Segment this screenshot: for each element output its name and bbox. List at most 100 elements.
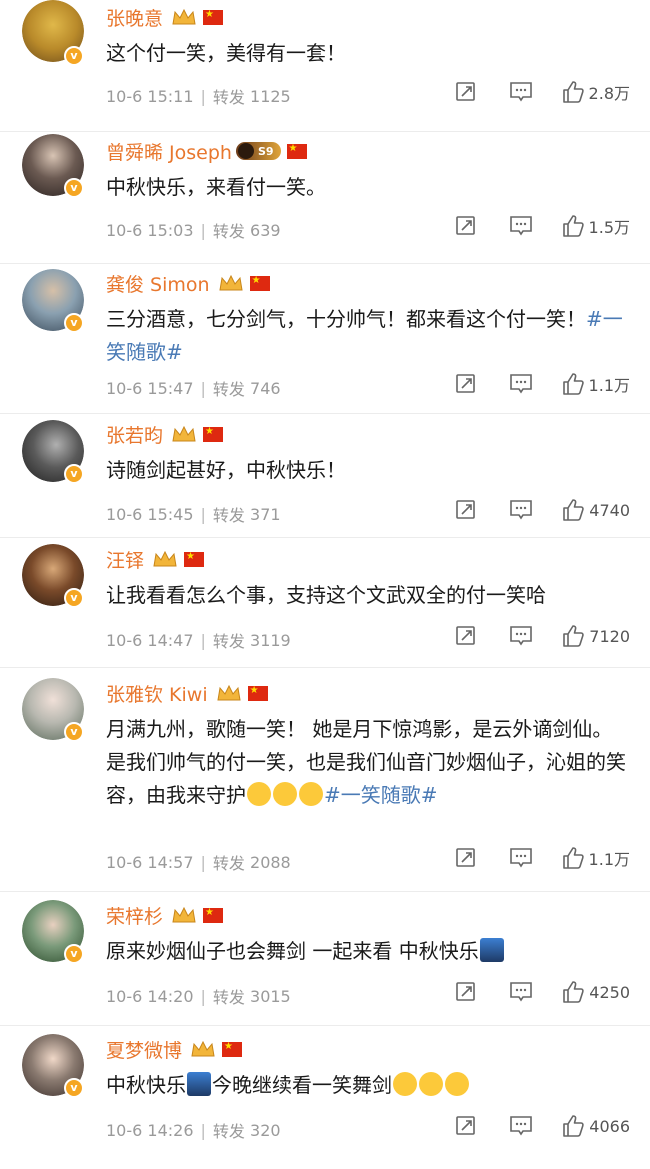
comment-icon (509, 82, 532, 102)
comment-item: v 龚俊 Simon ★ 三分酒意，七分剑气，十分帅气！都来看这个付一笑！#一笑… (0, 264, 650, 414)
repost-label: 转发 (212, 222, 245, 241)
thumbs-up-icon (562, 81, 584, 103)
share-button[interactable] (455, 981, 477, 1003)
comment-icon (510, 500, 533, 520)
reply-button[interactable] (509, 625, 533, 647)
comment-item: v 汪铎 ★ 让我看看怎么个事，支持这个文武双全的付一笑哈 10-6 14:47… (0, 538, 650, 668)
timestamp: 10-6 14:57 (106, 852, 194, 872)
share-icon (455, 216, 475, 235)
share-button[interactable] (455, 81, 477, 103)
thumbs-up-icon (562, 847, 584, 869)
crown-icon (171, 425, 197, 443)
share-icon (456, 500, 476, 519)
timestamp: 10-6 14:20 (106, 986, 194, 1006)
repost-count: 2088 (250, 852, 291, 872)
repost-count: 371 (250, 504, 281, 524)
reply-button[interactable] (509, 847, 533, 869)
username[interactable]: 曾舜晞 Joseph (106, 138, 232, 165)
comment-item: v 张晚意 ★ 这个付一笑，美得有一套！ 10-6 15:11 | 转发 112… (0, 0, 650, 132)
thumbs-up-icon (563, 625, 585, 647)
share-icon (455, 848, 475, 867)
comment-text: 诗随剑起甚好，中秋快乐！ (106, 458, 346, 482)
thumbs-up-icon (562, 373, 584, 395)
china-flag-icon: ★ (203, 9, 224, 25)
share-icon (456, 982, 476, 1001)
comment-text: 三分酒意，七分剑气，十分帅气！都来看这个付一笑！#一笑随歌# (106, 307, 623, 364)
verified-icon: v (64, 588, 84, 608)
share-button[interactable] (455, 1115, 477, 1137)
comment-icon (509, 848, 532, 868)
username[interactable]: 张若昀 (106, 421, 163, 448)
like-button[interactable]: 1.1万 (561, 372, 630, 396)
like-button[interactable]: 1.1万 (561, 846, 630, 870)
username[interactable]: 汪铎 (106, 546, 144, 573)
china-flag-icon: ★ (203, 426, 224, 442)
share-icon (455, 374, 475, 393)
verified-icon: v (64, 944, 84, 964)
comment-text: 中秋快乐 今晚继续看一笑舞剑 (106, 1069, 630, 1102)
level-badge: S9 (235, 142, 281, 160)
comment-icon (509, 216, 532, 236)
comment-icon (510, 1116, 533, 1136)
repost-label: 转发 (212, 506, 245, 525)
username[interactable]: 张雅钦 Kiwi (106, 680, 208, 707)
comment-item: v 张若昀 ★ 诗随剑起甚好，中秋快乐！ 10-6 15:45 | 转发 371… (0, 414, 650, 538)
like-button[interactable]: 4250 (561, 980, 630, 1004)
like-button[interactable]: 4066 (561, 1114, 630, 1138)
share-icon (456, 626, 476, 645)
crying-smile-emoji-icon (247, 782, 271, 806)
timestamp: 10-6 15:03 (106, 220, 194, 240)
like-button[interactable]: 4740 (561, 498, 630, 522)
china-flag-icon: ★ (184, 551, 205, 567)
repost-label: 转发 (212, 988, 245, 1007)
share-button[interactable] (455, 373, 477, 395)
crown-icon (152, 550, 178, 568)
repost-label: 转发 (212, 380, 245, 399)
like-count: 1.1万 (588, 376, 630, 395)
thumbs-up-icon (563, 1115, 585, 1137)
thumbs-up-icon (563, 499, 585, 521)
like-button[interactable]: 1.5万 (561, 214, 630, 238)
username[interactable]: 荣梓杉 (106, 902, 163, 929)
timestamp: 10-6 14:47 (106, 630, 194, 650)
reply-button[interactable] (509, 215, 533, 237)
username[interactable]: 张晚意 (106, 4, 163, 31)
like-count: 7120 (589, 626, 630, 646)
like-button[interactable]: 2.8万 (561, 80, 630, 104)
cheer-emoji-icon (445, 1072, 469, 1096)
verified-icon: v (64, 178, 84, 198)
like-count: 1.5万 (588, 218, 630, 237)
comment-text: 月满九州，歌随一笑！ 她是月下惊鸿影，是云外谪剑仙。 是我们帅气的付一笑，也是我… (106, 717, 626, 807)
timestamp: 10-6 14:26 (106, 1120, 194, 1140)
repost-label: 转发 (212, 1122, 245, 1141)
share-button[interactable] (455, 625, 477, 647)
thumbs-up-icon (563, 981, 585, 1003)
comment-item: v 张雅钦 Kiwi ★ 月满九州，歌随一笑！ 她是月下惊鸿影，是云外谪剑仙。 … (0, 668, 650, 892)
share-button[interactable] (455, 215, 477, 237)
comment-icon (510, 626, 533, 646)
china-flag-icon: ★ (247, 685, 268, 701)
repost-count: 3015 (250, 986, 291, 1006)
crying-smile-emoji-icon (299, 782, 323, 806)
reply-button[interactable] (509, 81, 533, 103)
comment-text: 让我看看怎么个事，支持这个文武双全的付一笑哈 (106, 583, 546, 607)
like-count: 4740 (589, 500, 630, 520)
reply-button[interactable] (509, 373, 533, 395)
comment-item: v 曾舜晞 Joseph S9 ★ 中秋快乐，来看付一笑。 10-6 15:03… (0, 132, 650, 264)
like-button[interactable]: 7120 (561, 624, 630, 648)
crown-icon (218, 274, 244, 292)
reply-button[interactable] (509, 499, 533, 521)
verified-icon: v (64, 722, 84, 742)
reply-button[interactable] (509, 1115, 533, 1137)
share-button[interactable] (455, 847, 477, 869)
share-icon (456, 1116, 476, 1135)
username[interactable]: 龚俊 Simon (106, 270, 210, 297)
reply-button[interactable] (509, 981, 533, 1003)
hashtag-link[interactable]: #一笑随歌# (324, 783, 438, 807)
verified-icon: v (64, 46, 84, 66)
crown-icon (190, 1040, 216, 1058)
china-flag-icon: ★ (203, 907, 224, 923)
like-count: 2.8万 (588, 84, 630, 103)
username[interactable]: 夏梦微博 (106, 1036, 182, 1063)
share-button[interactable] (455, 499, 477, 521)
